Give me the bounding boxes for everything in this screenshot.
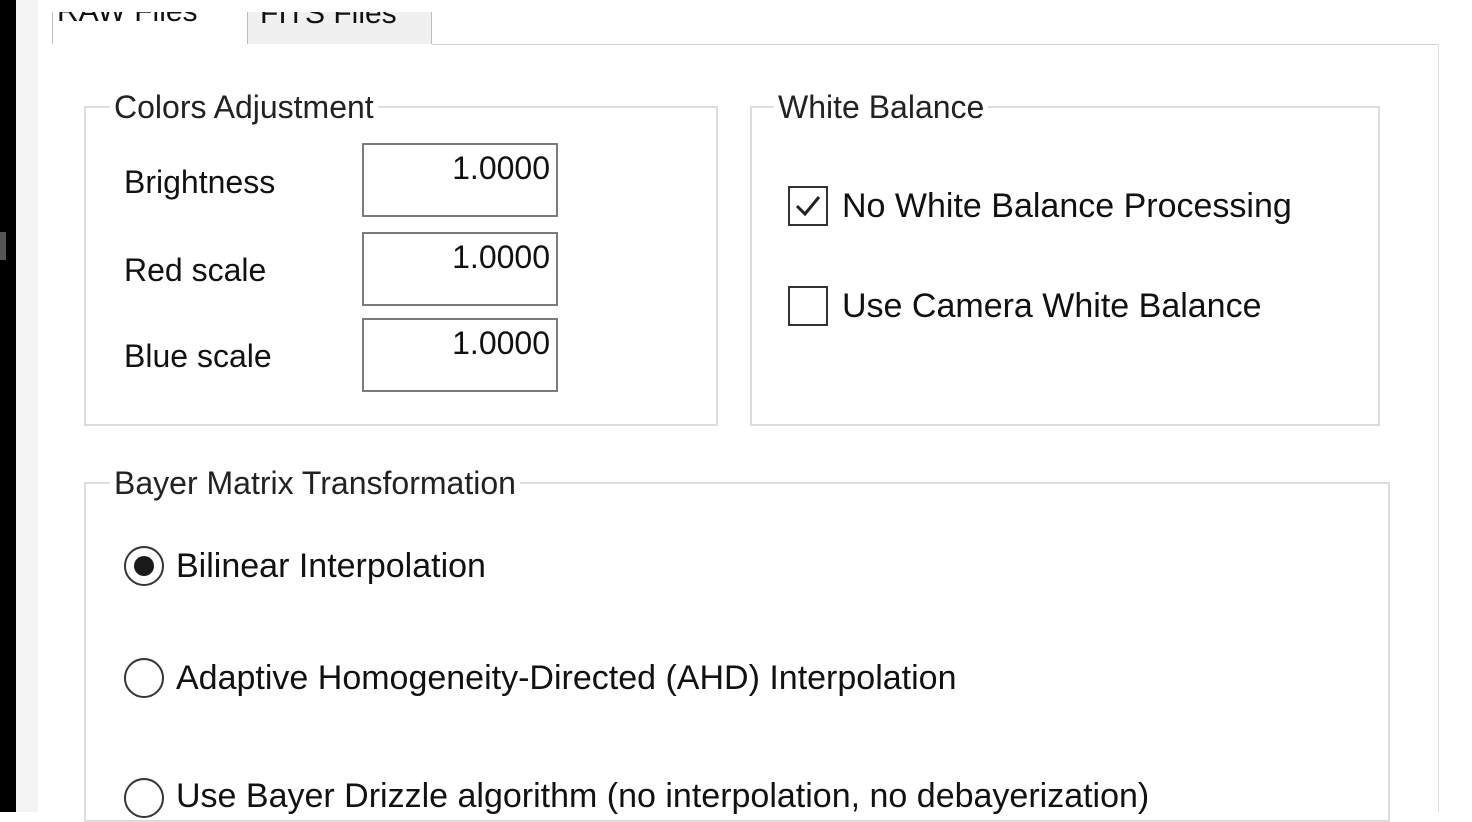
blue-scale-input[interactable] bbox=[362, 318, 558, 392]
bilinear-radio[interactable] bbox=[124, 546, 164, 586]
red-scale-label: Red scale bbox=[124, 252, 267, 288]
white-balance-group bbox=[750, 106, 1380, 426]
window-frame bbox=[16, 0, 38, 812]
bilinear-label[interactable]: Bilinear Interpolation bbox=[176, 546, 486, 586]
no-white-balance-label[interactable]: No White Balance Processing bbox=[842, 186, 1292, 226]
ahd-radio[interactable] bbox=[124, 658, 164, 698]
radio-selected-dot bbox=[134, 556, 154, 576]
tab-raw-files[interactable]: RAW Files bbox=[52, 12, 248, 44]
bayer-drizzle-label[interactable]: Use Bayer Drizzle algorithm (no interpol… bbox=[176, 776, 1149, 816]
white-balance-title: White Balance bbox=[774, 89, 989, 125]
brightness-input[interactable] bbox=[362, 143, 558, 217]
bayer-matrix-group bbox=[84, 482, 1390, 822]
window-border bbox=[0, 0, 16, 812]
checkmark-icon bbox=[795, 196, 821, 217]
title-gap bbox=[38, 0, 1472, 12]
brightness-label: Brightness bbox=[124, 164, 276, 200]
tab-panel-border bbox=[1438, 44, 1439, 812]
camera-white-balance-label[interactable]: Use Camera White Balance bbox=[842, 286, 1262, 326]
bayer-matrix-title: Bayer Matrix Transformation bbox=[110, 465, 520, 501]
window-resize-mark bbox=[0, 232, 6, 260]
blue-scale-label: Blue scale bbox=[124, 338, 272, 374]
camera-white-balance-checkbox[interactable] bbox=[788, 286, 828, 326]
tab-raw-files-label: RAW Files bbox=[57, 12, 198, 28]
bayer-drizzle-radio[interactable] bbox=[124, 778, 164, 818]
no-white-balance-checkbox[interactable] bbox=[788, 186, 828, 226]
red-scale-input[interactable] bbox=[362, 232, 558, 306]
colors-adjustment-title: Colors Adjustment bbox=[110, 89, 378, 125]
tab-strip-border bbox=[432, 44, 1438, 45]
tab-fits-files[interactable]: FITS Files bbox=[248, 12, 432, 44]
ahd-label[interactable]: Adaptive Homogeneity-Directed (AHD) Inte… bbox=[176, 658, 956, 698]
tab-fits-files-label: FITS Files bbox=[260, 12, 397, 30]
